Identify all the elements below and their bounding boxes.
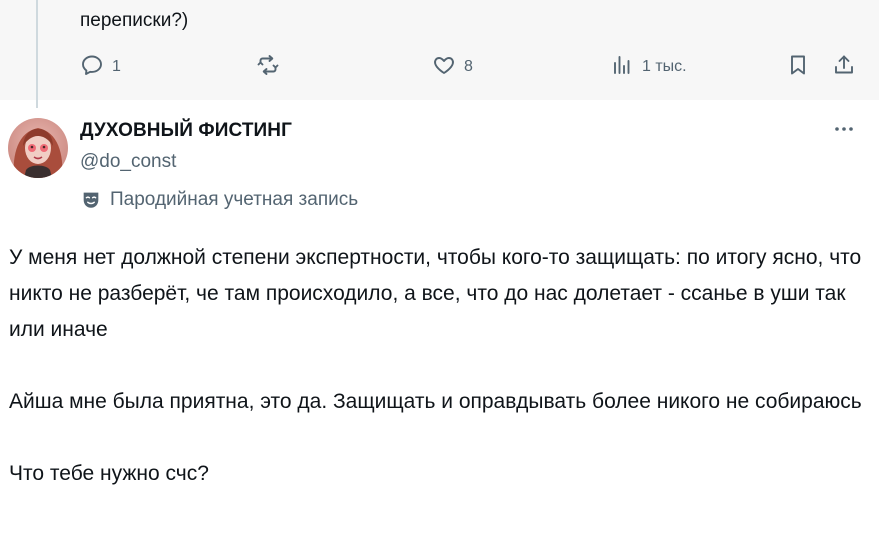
tweet-paragraph-2: Айша мне была приятна, это да. Защищать … [9,390,862,413]
more-options-button[interactable] [826,116,862,146]
bookmark-button[interactable] [786,50,810,84]
parent-tweet-actions: 1 8 1 тыс. [80,50,860,84]
parent-tweet[interactable]: переписки?) 1 8 1 тыс. [0,0,879,100]
reply-icon [80,53,104,82]
heart-icon [432,53,456,82]
retweet-button[interactable] [256,50,288,84]
share-button[interactable] [832,50,856,84]
avatar[interactable] [8,118,68,178]
parent-tweet-line1: переписки?) [80,10,189,31]
retweet-icon [256,53,280,82]
user-handle[interactable]: @do_const [80,151,176,173]
share-icon [832,53,856,82]
tweet-paragraph-1: У меня нет должной степени экспертности,… [9,246,862,341]
parody-account-label: Пародийная учетная запись [80,186,358,214]
parody-label-text: Пародийная учетная запись [110,189,359,210]
tweet-body: У меня нет должной степени экспертности,… [9,240,871,492]
display-name[interactable]: ДУХОВНЫЙ ФИСТИНГ [80,120,292,142]
views-count: 1 тыс. [642,58,687,75]
reply-count: 1 [112,58,121,75]
views-button[interactable]: 1 тыс. [610,50,687,84]
bookmark-icon [786,53,810,82]
mask-icon [80,189,102,211]
avatar-image [8,118,68,178]
like-count: 8 [464,58,473,75]
parent-tweet-text: переписки?) [80,0,860,37]
like-button[interactable]: 8 [432,50,473,84]
more-icon [832,117,856,146]
thread-connector-line [36,0,38,108]
views-icon [610,53,634,82]
tweet-thread: переписки?) 1 8 1 тыс. ДУХОВНЫЙ ФИСТИНГ … [0,0,879,533]
reply-button[interactable]: 1 [80,50,121,84]
tweet-paragraph-3: Что тебе нужно счс? [9,462,209,485]
